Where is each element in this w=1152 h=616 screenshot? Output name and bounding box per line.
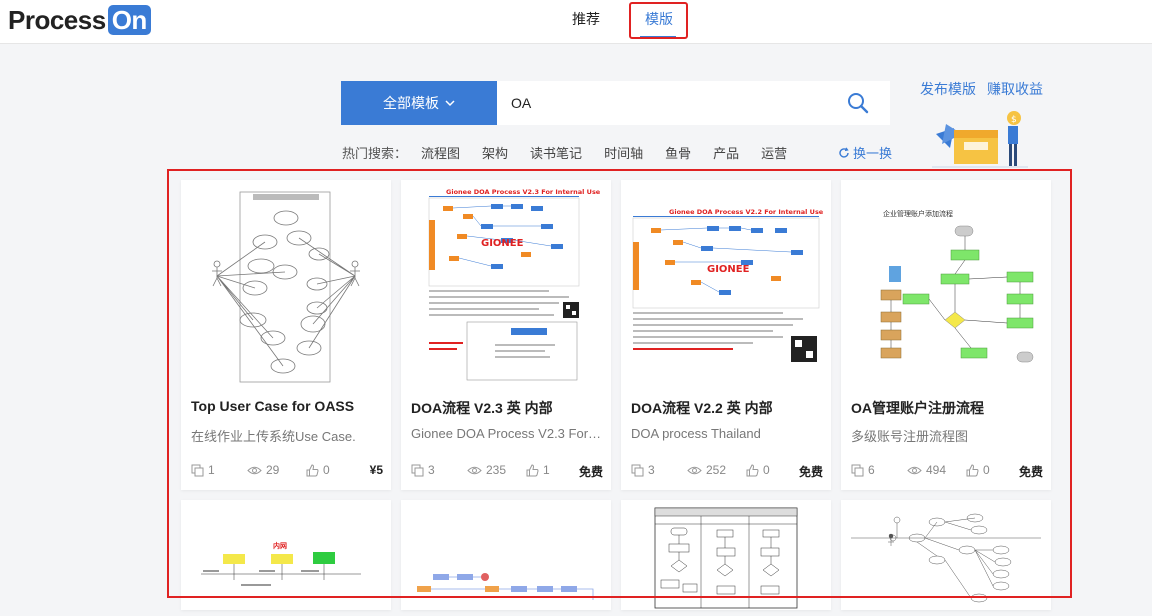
refresh-label: 换一换	[853, 146, 893, 161]
search-input[interactable]	[511, 81, 831, 125]
highlight-box-templates-tab	[629, 2, 688, 39]
hot-keyword[interactable]: 时间轴	[604, 143, 643, 162]
highlight-box-template-results	[167, 169, 1072, 598]
refresh-icon	[839, 146, 849, 158]
hot-keyword[interactable]: 产品	[713, 143, 739, 162]
top-navigation-bar: Process On 推荐 模版	[0, 0, 1152, 44]
category-dropdown-button[interactable]: 全部模板	[341, 81, 497, 125]
refresh-keywords-button[interactable]: 换一换	[838, 143, 892, 162]
category-label: 全部模板	[383, 95, 439, 111]
hot-search-label: 热门搜索：	[342, 146, 408, 161]
template-search-bar: 全部模板	[341, 81, 890, 125]
tab-recommend[interactable]: 推荐	[572, 9, 600, 29]
publish-illustration-image: $	[932, 111, 1028, 168]
chevron-down-icon	[445, 100, 455, 107]
processon-logo[interactable]: Process On	[8, 4, 151, 36]
hot-keyword[interactable]: 读书笔记	[530, 143, 582, 162]
hot-keyword[interactable]: 架构	[482, 143, 508, 162]
earn-income-link[interactable]: 赚取收益	[987, 79, 1043, 99]
publish-template-link[interactable]: 发布模版	[920, 79, 976, 99]
search-icon[interactable]	[846, 91, 870, 115]
logo-on-badge: On	[107, 5, 151, 35]
hot-keyword[interactable]: 运营	[761, 143, 787, 162]
logo-text: Process	[8, 4, 106, 35]
hot-keyword[interactable]: 鱼骨	[665, 143, 691, 162]
hot-keyword[interactable]: 流程图	[421, 143, 460, 162]
svg-text:$: $	[1011, 115, 1017, 125]
hot-search-row: 热门搜索： 流程图 架构 读书笔记 时间轴 鱼骨 产品 运营	[342, 143, 809, 162]
publish-links: 发布模版 赚取收益	[920, 79, 1043, 99]
